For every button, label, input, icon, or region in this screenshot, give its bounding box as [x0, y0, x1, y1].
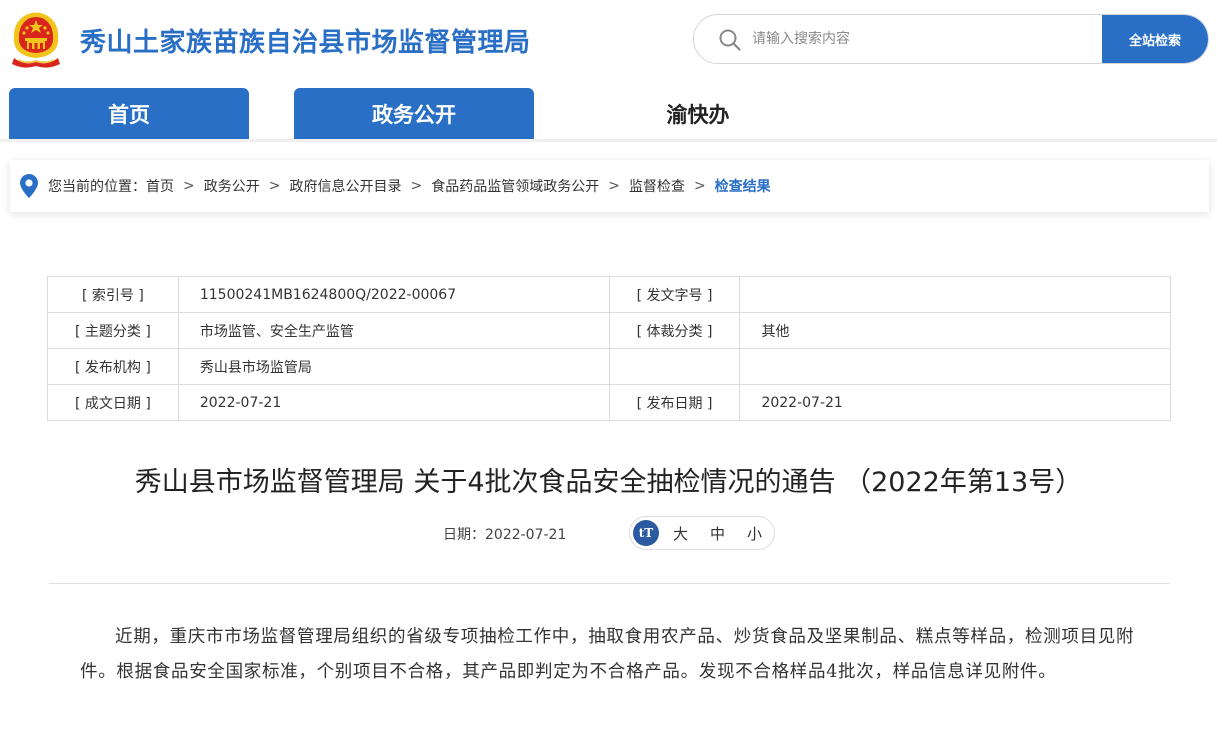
- search-input[interactable]: [752, 15, 1097, 63]
- table-row: [ 主题分类 ] 市场监管、安全生产监管 [ 体裁分类 ] 其他: [47, 312, 1171, 349]
- empty-cell: [739, 348, 1171, 385]
- tab-government-affairs[interactable]: 政务公开: [294, 88, 534, 140]
- docno-label: [ 发文字号 ]: [608, 276, 741, 313]
- table-row: [ 成文日期 ] 2022-07-21 [ 发布日期 ] 2022-07-21: [47, 384, 1171, 421]
- article-body: 近期，重庆市市场监督管理局组织的省级专项抽检工作中，抽取食用农产品、炒货食品及坚…: [80, 627, 1135, 682]
- breadcrumb-prefix: 您当前的位置：: [48, 179, 146, 195]
- article-date: 日期：2022-07-21: [443, 527, 567, 543]
- tab-home[interactable]: 首页: [9, 88, 249, 140]
- breadcrumb-item-current[interactable]: 检查结果: [715, 176, 771, 196]
- document-info-table: [ 索引号 ] 11500241MB1624800Q/2022-00067 [ …: [47, 276, 1171, 421]
- breadcrumb: 您当前的位置： 首页 > 政务公开 > 政府信息公开目录 > 食品药品监管领域政…: [10, 160, 1209, 212]
- article-title: 秀山县市场监督管理局 关于4批次食品安全抽检情况的通告 （2022年第13号）: [134, 467, 1083, 498]
- index-label: [ 索引号 ]: [47, 276, 179, 313]
- site-search-button[interactable]: 全站检索: [1102, 15, 1208, 63]
- breadcrumb-separator: >: [608, 178, 620, 194]
- breadcrumb-separator: >: [268, 178, 281, 194]
- font-size-large[interactable]: 大: [673, 523, 688, 544]
- main-nav: 首页 政务公开 渝快办: [0, 88, 1217, 140]
- created-date-label: [ 成文日期 ]: [47, 384, 179, 421]
- table-row: [ 索引号 ] 11500241MB1624800Q/2022-00067 [ …: [47, 276, 1171, 313]
- location-pin-icon: [20, 174, 38, 198]
- search-icon: [719, 29, 741, 51]
- tab-yukuaiban[interactable]: 渝快办: [578, 88, 818, 140]
- created-date-value: 2022-07-21: [177, 384, 610, 421]
- docno-value: [739, 276, 1171, 313]
- breadcrumb-separator: >: [410, 178, 423, 194]
- genre-label: [ 体裁分类 ]: [608, 312, 741, 349]
- published-date-label: [ 发布日期 ]: [608, 384, 741, 421]
- topic-value: 市场监管、安全生产监管: [177, 312, 610, 349]
- breadcrumb-item-food-drug[interactable]: 食品药品监管领域政务公开: [431, 176, 599, 196]
- site-title[interactable]: 秀山土家族苗族自治县市场监督管理局: [80, 22, 531, 59]
- table-row: [ 发布机构 ] 秀山县市场监管局: [47, 348, 1171, 385]
- breadcrumb-item-home[interactable]: 首页: [146, 176, 174, 196]
- article-meta: 日期：2022-07-21 tT 大 中 小: [0, 516, 1217, 550]
- national-emblem-icon: [12, 12, 60, 68]
- breadcrumb-item-inspection[interactable]: 监督检查: [629, 176, 685, 196]
- content-divider: [49, 583, 1170, 584]
- index-value: 11500241MB1624800Q/2022-00067: [177, 276, 610, 313]
- breadcrumb-item-government-affairs[interactable]: 政务公开: [204, 176, 260, 196]
- font-size-icon: tT: [633, 520, 659, 546]
- font-size-medium[interactable]: 中: [710, 523, 725, 544]
- font-size-switcher: tT 大 中 小: [629, 516, 775, 550]
- breadcrumb-separator: >: [693, 178, 706, 194]
- breadcrumb-separator: >: [183, 178, 195, 194]
- org-value: 秀山县市场监管局: [177, 348, 610, 385]
- search-box: 全站检索: [693, 14, 1209, 64]
- breadcrumb-item-info-catalog[interactable]: 政府信息公开目录: [289, 176, 401, 196]
- font-size-small[interactable]: 小: [747, 523, 762, 544]
- nav-divider: [0, 139, 1217, 142]
- header: 秀山土家族苗族自治县市场监督管理局 全站检索: [0, 0, 1217, 80]
- genre-value: 其他: [739, 312, 1171, 349]
- topic-label: [ 主题分类 ]: [47, 312, 179, 349]
- org-label: [ 发布机构 ]: [47, 348, 179, 385]
- empty-cell: [608, 348, 741, 385]
- published-date-value: 2022-07-21: [739, 384, 1171, 421]
